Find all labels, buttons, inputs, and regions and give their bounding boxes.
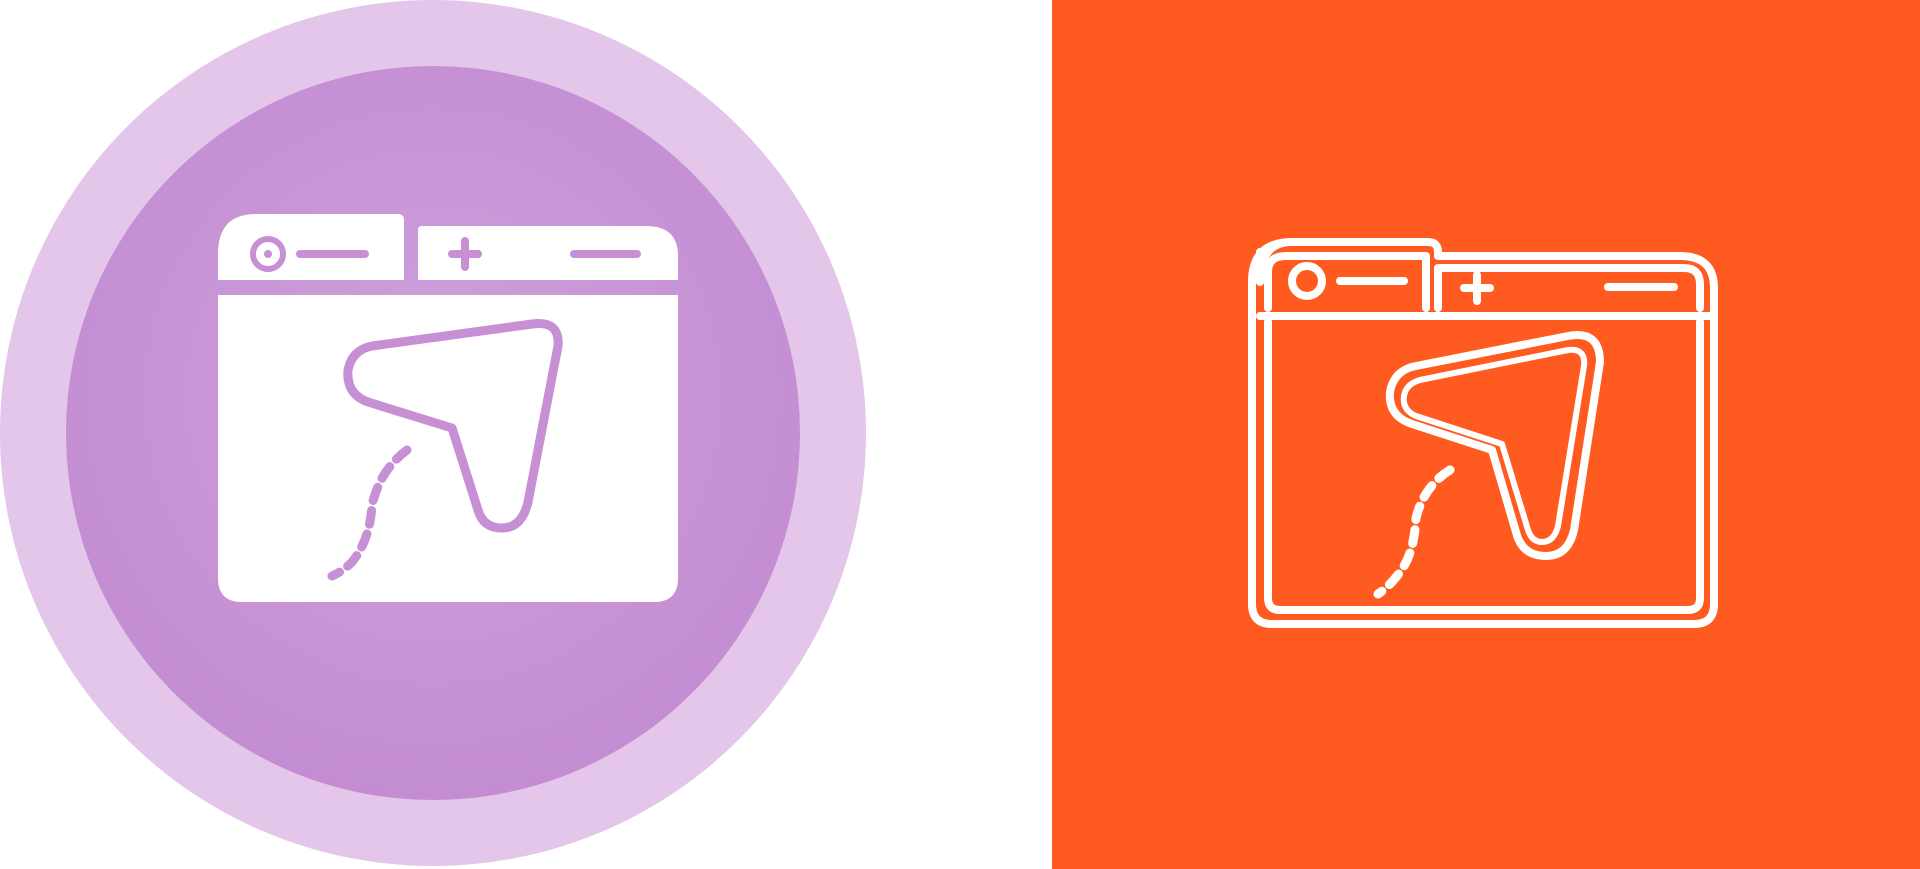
icon-sheet	[0, 0, 1920, 869]
glyph-icon-panel	[0, 0, 1052, 869]
browser-navigation-line-icon	[1052, 0, 1920, 869]
line-icon-panel	[1052, 0, 1920, 869]
orange-background	[1052, 0, 1920, 869]
left-tab-shape	[218, 214, 404, 280]
browser-navigation-glyph-icon	[0, 0, 866, 866]
window-body-shape	[218, 295, 678, 602]
